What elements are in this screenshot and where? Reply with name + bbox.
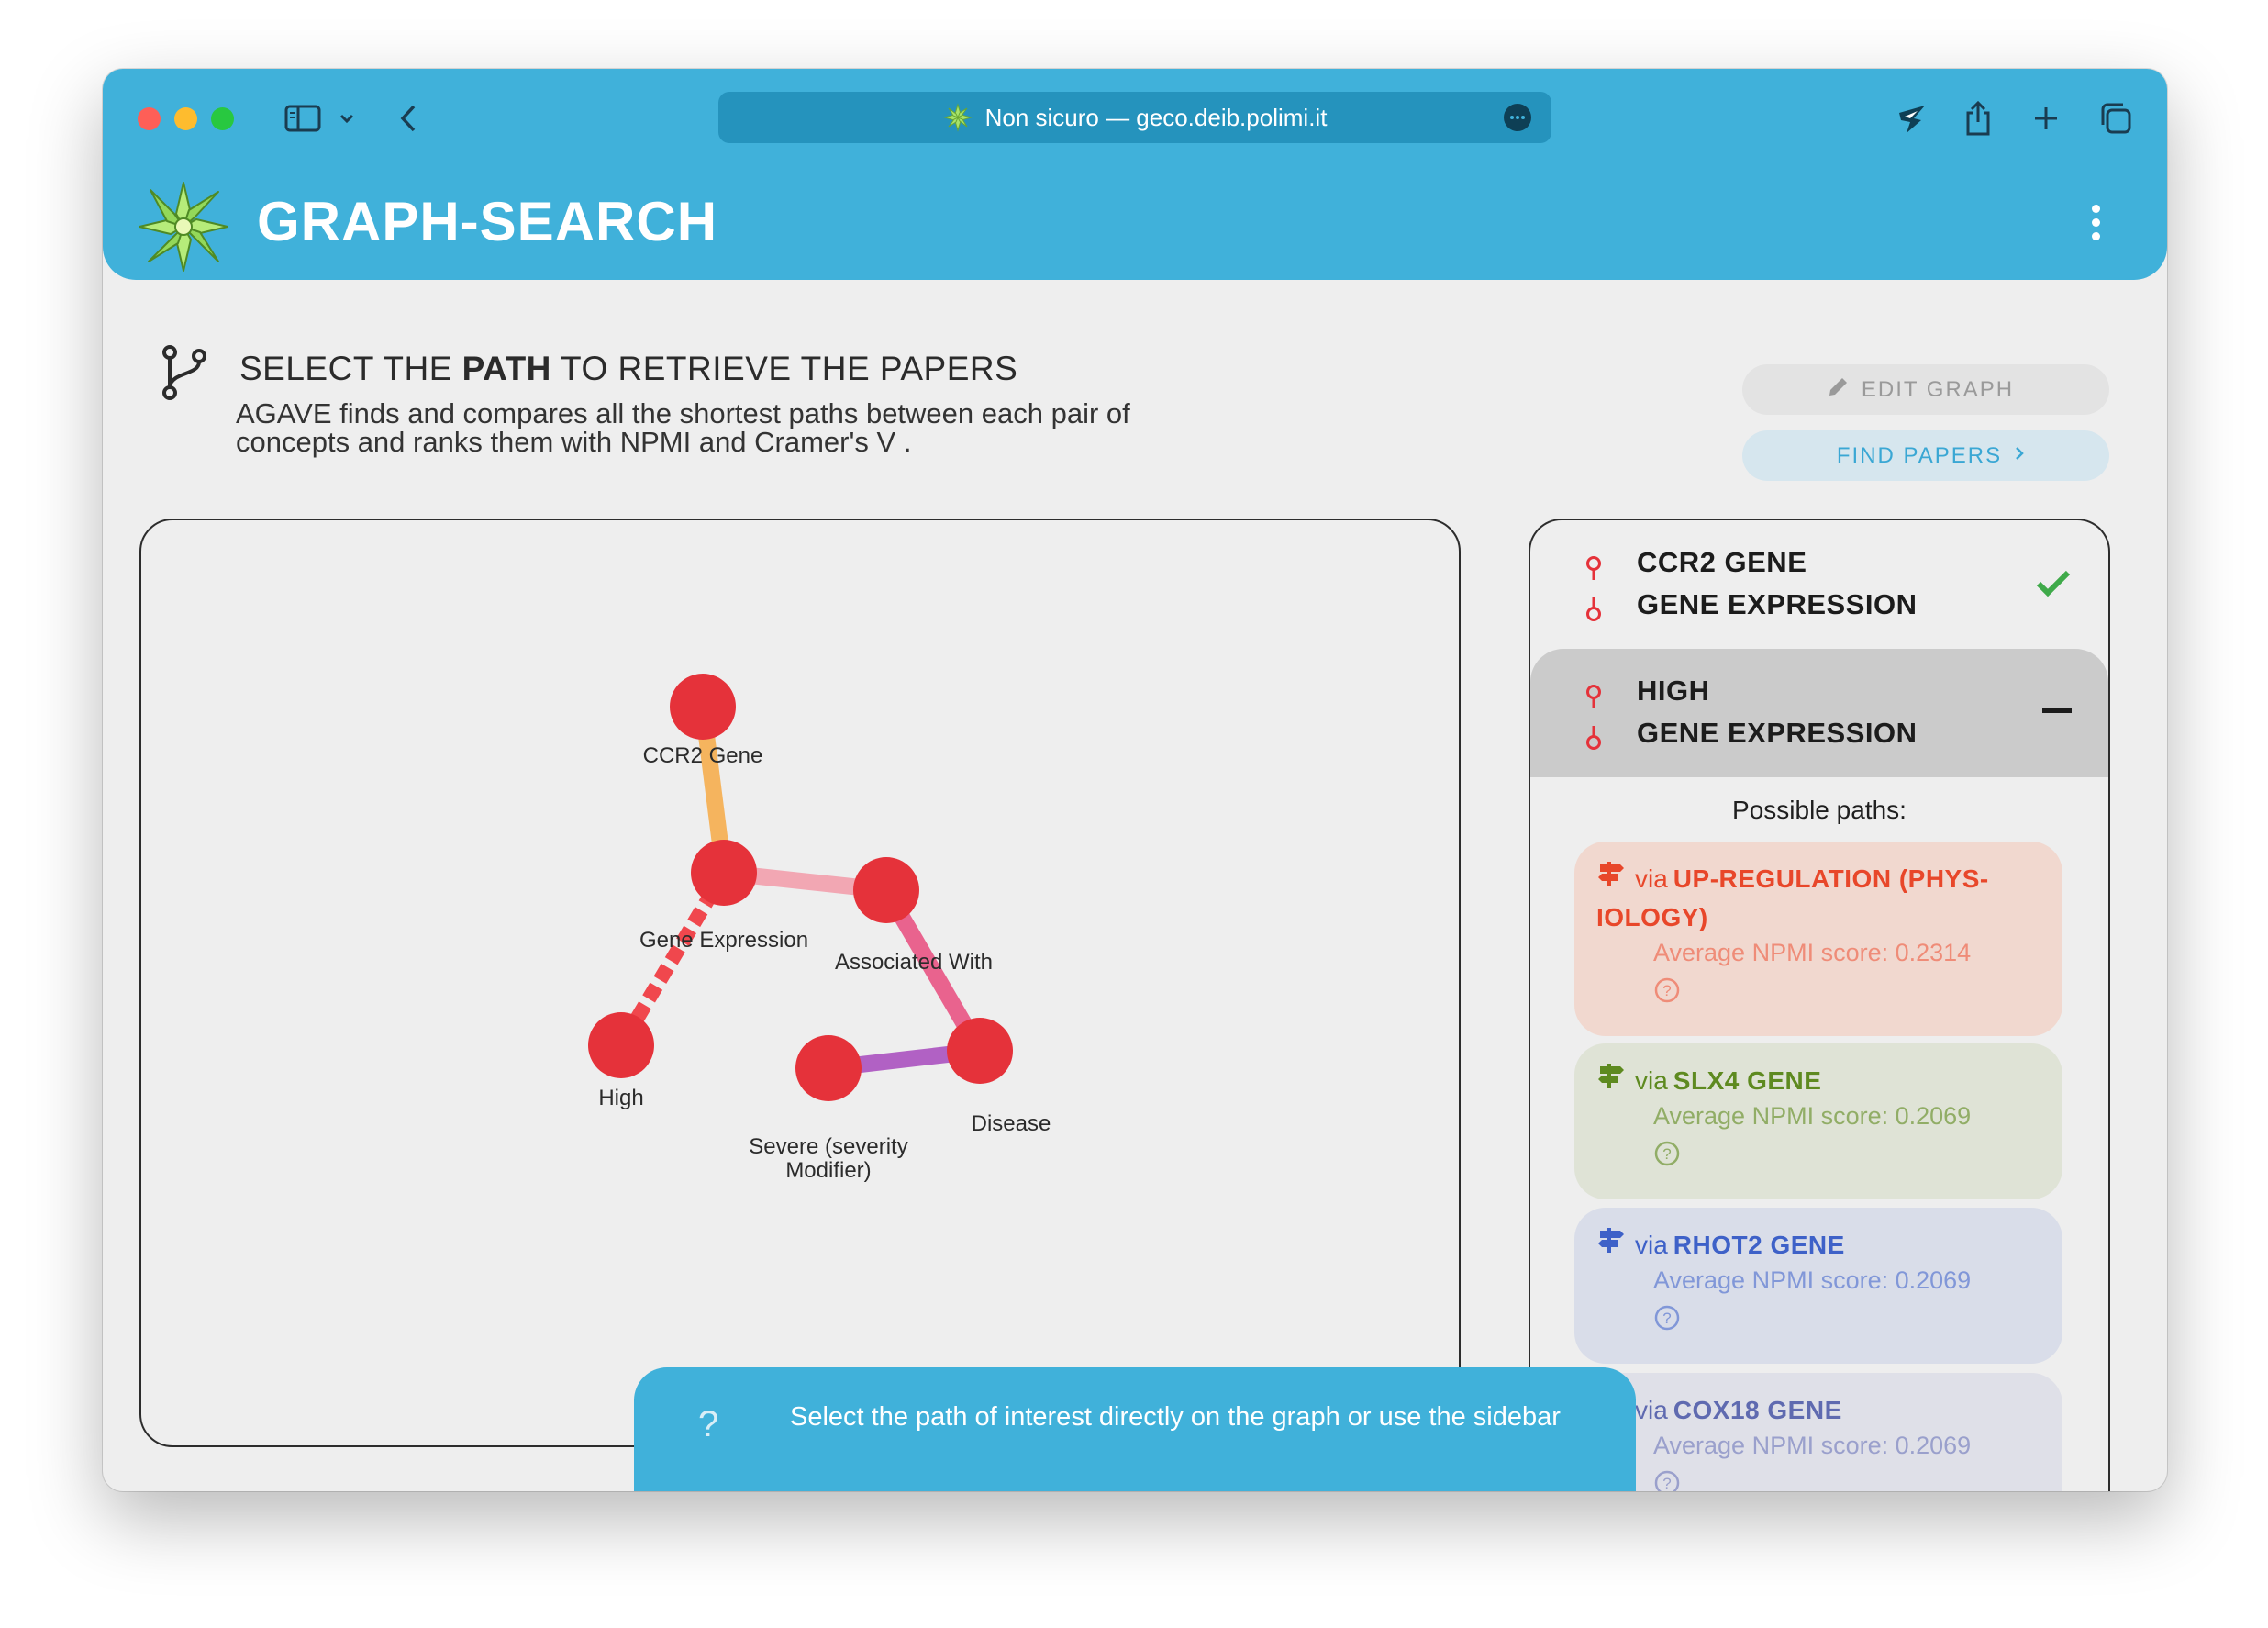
tab-overview-icon[interactable] — [2096, 95, 2136, 142]
path-branch-icon — [160, 344, 209, 406]
maximize-window-button[interactable] — [211, 107, 234, 130]
via-label: via — [1635, 864, 1668, 893]
signpost-icon — [1596, 1064, 1626, 1095]
svg-text:?: ? — [1662, 1475, 1671, 1491]
path-score: Average NPMI score: 0.2069 — [1653, 1102, 1972, 1130]
browser-window: Non sicuro — geco.deib.polimi.it GRAPH-S… — [103, 69, 2167, 1491]
path-name: RHOT2 GENE — [1673, 1231, 1845, 1259]
path-name: SLX4 GENE — [1673, 1066, 1822, 1095]
node-label-associated-with: Associated With — [835, 950, 993, 975]
help-icon[interactable]: ? — [1653, 976, 2040, 1009]
possible-paths-label: Possible paths: — [1732, 796, 1907, 824]
pair-target-label: GENE EXPRESSION — [1637, 588, 1918, 620]
share-icon[interactable] — [1960, 95, 1996, 142]
via-label: via — [1635, 1396, 1668, 1424]
node-gene-expression[interactable] — [691, 840, 757, 906]
node-ccr2-gene[interactable] — [670, 674, 736, 740]
address-bar[interactable]: Non sicuro — geco.deib.polimi.it — [718, 92, 1551, 143]
page-description: AGAVE finds and compares all the shortes… — [236, 397, 1130, 458]
agave-logo-icon — [138, 181, 229, 273]
concept-pair-2[interactable]: HIGH GENE EXPRESSION — [1530, 649, 2108, 777]
node-high[interactable] — [588, 1012, 654, 1078]
title-bold: PATH — [461, 350, 551, 387]
pencil-icon — [1827, 374, 1851, 405]
sidebar-toggle-icon[interactable] — [283, 95, 323, 142]
graph-canvas[interactable]: CCR2 Gene Gene Expression Associated Wit… — [139, 519, 1461, 1447]
path-score: Average NPMI score: 0.2314 — [1653, 939, 1972, 966]
back-icon[interactable] — [395, 95, 422, 142]
path-score: Average NPMI score: 0.2069 — [1653, 1266, 1972, 1294]
collapse-icon[interactable] — [2042, 704, 2072, 720]
svg-text:?: ? — [1662, 982, 1671, 999]
node-severe[interactable] — [795, 1035, 862, 1101]
extension-icon[interactable] — [1892, 95, 1932, 142]
find-papers-label: FIND PAPERS — [1836, 442, 2003, 468]
chevron-down-icon[interactable] — [336, 95, 358, 142]
via-label: via — [1635, 1066, 1668, 1095]
more-options-icon[interactable] — [2086, 205, 2105, 245]
node-label-severe-line2: Modifier) — [785, 1158, 871, 1183]
page-menu-icon[interactable] — [1504, 104, 1531, 131]
node-label-severe-line1: Severe (severity — [749, 1134, 907, 1159]
target-pin-icon — [1584, 725, 1604, 755]
app-title: GRAPH-SEARCH — [257, 191, 718, 252]
question-icon: ? — [698, 1404, 719, 1444]
edit-graph-label: EDIT GRAPH — [1861, 376, 2015, 402]
svg-text:?: ? — [1662, 1310, 1671, 1327]
node-disease[interactable] — [947, 1018, 1013, 1084]
path-card-2[interactable]: via SLX4 GENE Average NPMI score: 0.2069 … — [1574, 1043, 2062, 1199]
new-tab-icon[interactable] — [2028, 95, 2064, 142]
signpost-icon — [1596, 862, 1626, 893]
via-label: via — [1635, 1231, 1668, 1259]
signpost-icon — [1596, 1228, 1626, 1259]
svg-text:?: ? — [1662, 1145, 1671, 1163]
path-card-1[interactable]: via UP-REGULATION (PHYS- IOLOGY) Average N… — [1574, 842, 2062, 1036]
site-favicon-icon — [942, 103, 973, 132]
pair-source-label: HIGH — [1637, 675, 1710, 707]
path-name: COX18 GENE — [1673, 1396, 1842, 1424]
title-suffix: TO RETRIEVE THE PAPERS — [550, 350, 1018, 387]
pair-target-label: GENE EXPRESSION — [1637, 717, 1918, 749]
minimize-window-button[interactable] — [174, 107, 197, 130]
title-prefix: SELECT THE — [239, 350, 462, 387]
hint-toast: ? Select the path of interest directly o… — [634, 1367, 1636, 1491]
node-associated-with[interactable] — [853, 857, 919, 923]
paths-sidebar: CCR2 GENE GENE EXPRESSION HIGH GENE EXPR… — [1529, 519, 2110, 1491]
hint-message: Select the path of interest directly on … — [790, 1402, 1561, 1432]
node-label-gene-expression: Gene Expression — [639, 928, 808, 953]
help-icon[interactable]: ? — [1653, 1469, 2040, 1491]
pair-source-label: CCR2 GENE — [1637, 546, 1807, 578]
source-pin-icon — [1584, 684, 1604, 714]
help-icon[interactable]: ? — [1653, 1304, 2040, 1336]
source-pin-icon — [1584, 555, 1604, 585]
help-icon[interactable]: ? — [1653, 1140, 2040, 1172]
check-icon — [2035, 568, 2072, 604]
url-text: Non sicuro — geco.deib.polimi.it — [984, 103, 1328, 131]
path-card-4[interactable]: via COX18 GENE Average NPMI score: 0.2069… — [1574, 1373, 2062, 1491]
app-header: Non sicuro — geco.deib.polimi.it GRAPH-S… — [103, 69, 2167, 280]
graph-svg[interactable]: CCR2 Gene Gene Expression Associated Wit… — [141, 520, 1462, 1449]
close-window-button[interactable] — [138, 107, 161, 130]
edit-graph-button[interactable]: EDIT GRAPH — [1742, 364, 2109, 415]
path-card-3[interactable]: via RHOT2 GENE Average NPMI score: 0.2069… — [1574, 1208, 2062, 1364]
concept-pair-1[interactable]: CCR2 GENE GENE EXPRESSION — [1530, 520, 2108, 649]
target-pin-icon — [1584, 597, 1604, 627]
path-score: Average NPMI score: 0.2069 — [1653, 1432, 1972, 1459]
node-label-disease: Disease — [972, 1111, 1051, 1136]
node-label-ccr2-gene: CCR2 Gene — [643, 743, 763, 768]
find-papers-button[interactable]: FIND PAPERS — [1742, 430, 2109, 481]
chevron-right-icon — [2013, 443, 2026, 469]
page-title: SELECT THE PATH TO RETRIEVE THE PAPERS — [239, 350, 1017, 388]
node-label-high: High — [598, 1086, 643, 1110]
